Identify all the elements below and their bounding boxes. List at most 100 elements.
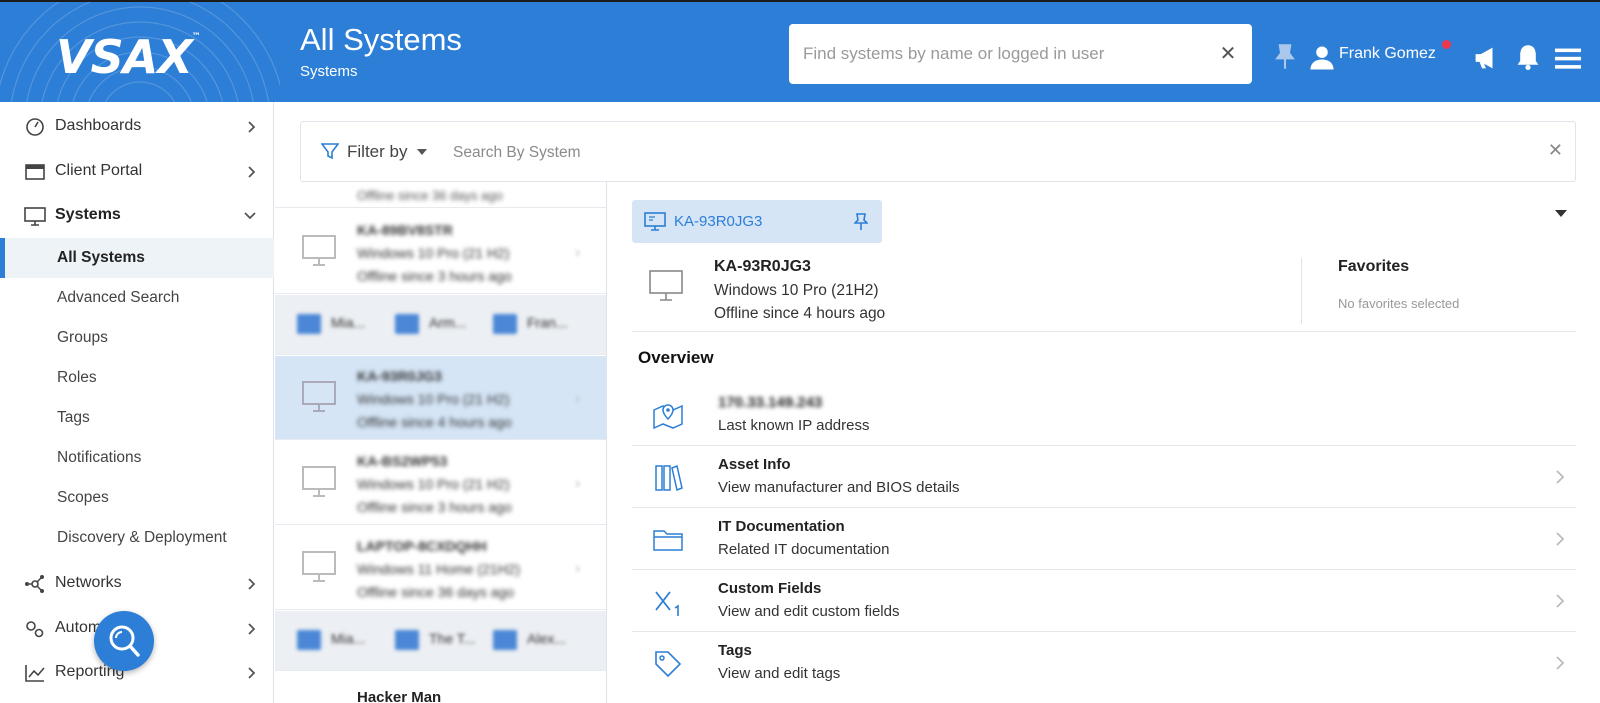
overview-item-tags[interactable]: Tags View and edit tags xyxy=(632,632,1576,682)
overview-item-title: Asset Info xyxy=(718,456,791,473)
favorites-empty-text: No favorites selected xyxy=(1338,296,1460,311)
list-item-name[interactable]: Hacker Man xyxy=(357,689,441,703)
sidebar-subitem-discovery-deployment[interactable]: Discovery & Deployment xyxy=(0,518,274,558)
list-item-partial: Offline since 36 days ago xyxy=(357,188,503,203)
clear-filter-icon[interactable]: ✕ xyxy=(1548,140,1563,161)
assignee-chip: The T... xyxy=(395,630,475,652)
sidebar-item-label: Networks xyxy=(55,574,122,591)
map-pin-icon xyxy=(653,404,683,430)
monitor-icon xyxy=(649,270,683,301)
sidebar-subitem-groups[interactable]: Groups xyxy=(0,318,274,358)
user-icon[interactable] xyxy=(1309,45,1335,71)
chevron-right-icon xyxy=(1556,470,1565,484)
clear-search-icon[interactable]: ✕ xyxy=(1216,42,1240,66)
chevron-down-icon xyxy=(244,212,256,220)
overview-item-title: IT Documentation xyxy=(718,518,845,535)
assignee-chip: Arm... xyxy=(395,314,466,336)
megaphone-icon[interactable] xyxy=(1473,45,1499,71)
sidebar-subitem-scopes[interactable]: Scopes xyxy=(0,478,274,518)
list-item[interactable]: LAPTOP-8CXDQHH Windows 11 Home (21H2) Of… xyxy=(275,526,606,610)
sidebar-item-networks[interactable]: Networks xyxy=(0,562,274,606)
variable-x1-icon xyxy=(655,591,679,616)
tag-icon xyxy=(655,651,682,678)
top-header: VSAX™ All Systems Systems ✕ Frank Gomez xyxy=(0,0,1600,102)
pin-icon[interactable] xyxy=(854,213,868,231)
sidebar-nav: Dashboards Client Portal Systems All Sys… xyxy=(0,102,274,703)
filter-bar: Filter by ✕ xyxy=(300,121,1576,182)
chevron-right-icon: › xyxy=(575,560,581,577)
system-name: KA-BS2WP53 xyxy=(357,453,448,469)
overview-heading: Overview xyxy=(638,348,714,367)
chevron-right-icon xyxy=(248,121,256,133)
system-status: Offline since 3 hours ago xyxy=(357,268,512,284)
system-name: LAPTOP-8CXDQHH xyxy=(357,538,487,554)
bell-icon[interactable] xyxy=(1515,44,1541,70)
chevron-right-icon: › xyxy=(575,390,581,407)
gauge-icon xyxy=(26,118,44,136)
vsax-logo[interactable]: VSAX™ xyxy=(56,30,201,84)
list-item[interactable]: KA-89BV8STR Windows 10 Pro (21 H2) Offli… xyxy=(275,210,606,294)
global-search-input[interactable] xyxy=(803,24,1203,84)
divider xyxy=(1301,258,1302,324)
user-menu[interactable]: Frank Gomez xyxy=(1339,45,1436,63)
caret-down-icon[interactable] xyxy=(417,149,427,155)
sidebar-subitem-tags[interactable]: Tags xyxy=(0,398,274,438)
monitor-icon xyxy=(302,381,336,412)
window-icon xyxy=(25,164,45,180)
system-os: Windows 10 Pro (21 H2) xyxy=(357,391,510,407)
sidebar-item-label: Dashboards xyxy=(55,117,142,134)
chevron-right-icon xyxy=(248,166,256,178)
overview-item-title: Tags xyxy=(718,642,752,659)
list-assignee-strip: Mia... Arm... Fran... xyxy=(275,295,606,355)
sidebar-subitem-notifications[interactable]: Notifications xyxy=(0,438,274,478)
chevron-right-icon xyxy=(248,578,256,590)
overview-item-custom-fields[interactable]: Custom Fields View and edit custom field… xyxy=(632,570,1576,632)
system-status: Offline since 36 days ago xyxy=(357,584,514,600)
selected-system-tab[interactable]: KA-93R0JG3 xyxy=(632,200,882,243)
overview-item-ip-address: 170.33.149.243 Last known IP address xyxy=(632,384,1576,446)
gears-icon xyxy=(26,621,44,638)
filter-by-dropdown[interactable]: Filter by xyxy=(347,142,407,162)
system-list: Offline since 36 days ago KA-89BV8STR Wi… xyxy=(275,182,607,703)
divider xyxy=(275,207,606,208)
favorites-title: Favorites xyxy=(1338,258,1410,275)
chevron-right-icon xyxy=(1556,594,1565,608)
search-fab-button[interactable] xyxy=(94,611,154,671)
sidebar-item-systems[interactable]: Systems xyxy=(0,194,274,238)
hamburger-menu-icon[interactable] xyxy=(1555,45,1581,71)
filter-funnel-icon[interactable] xyxy=(321,142,339,160)
chevron-right-icon: › xyxy=(575,475,581,492)
collapse-caret-icon[interactable] xyxy=(1555,210,1567,217)
assignee-chip: Alex... xyxy=(493,630,566,652)
monitor-icon xyxy=(302,466,336,497)
sidebar-item-dashboards[interactable]: Dashboards xyxy=(0,105,274,149)
sidebar-item-client-portal[interactable]: Client Portal xyxy=(0,150,274,194)
assignee-chip: Fran... xyxy=(493,314,567,336)
system-status: Offline since 3 hours ago xyxy=(357,499,512,515)
sidebar-subitem-advanced-search[interactable]: Advanced Search xyxy=(0,278,274,318)
sidebar-subitem-roles[interactable]: Roles xyxy=(0,358,274,398)
monitor-icon xyxy=(302,551,336,582)
page-breadcrumb[interactable]: Systems xyxy=(300,63,358,80)
sidebar-subitem-all-systems[interactable]: All Systems xyxy=(0,238,274,278)
system-detail-panel: KA-93R0JG3 KA-93R0JG3 Windows 10 Pro (21… xyxy=(608,182,1600,703)
system-search-input[interactable] xyxy=(453,140,1453,166)
page-title: All Systems xyxy=(300,22,462,57)
system-os: Windows 10 Pro (21H2) xyxy=(714,282,879,299)
selected-system-name: KA-93R0JG3 xyxy=(674,213,763,230)
overview-item-desc: View and edit tags xyxy=(718,665,841,682)
list-item[interactable]: KA-BS2WP53 Windows 10 Pro (21 H2) Offlin… xyxy=(275,441,606,525)
assignee-chip: Mia... xyxy=(297,630,365,652)
list-assignee-strip: Mia... The T... Alex... xyxy=(275,611,606,671)
overview-item-title: Custom Fields xyxy=(718,580,822,597)
overview-item-it-documentation[interactable]: IT Documentation Related IT documentatio… xyxy=(632,508,1576,570)
assignee-chip: Mia... xyxy=(297,314,365,336)
system-os: Windows 10 Pro (21 H2) xyxy=(357,476,510,492)
system-name: KA-89BV8STR xyxy=(357,222,453,238)
pin-icon[interactable] xyxy=(1272,44,1298,70)
overview-item-asset-info[interactable]: Asset Info View manufacturer and BIOS de… xyxy=(632,446,1576,508)
list-item-selected[interactable]: KA-93R0JG3 Windows 10 Pro (21 H2) Offlin… xyxy=(275,356,606,440)
magnifier-icon xyxy=(109,625,140,657)
chevron-right-icon xyxy=(248,667,256,679)
system-name: KA-93R0JG3 xyxy=(714,258,811,275)
